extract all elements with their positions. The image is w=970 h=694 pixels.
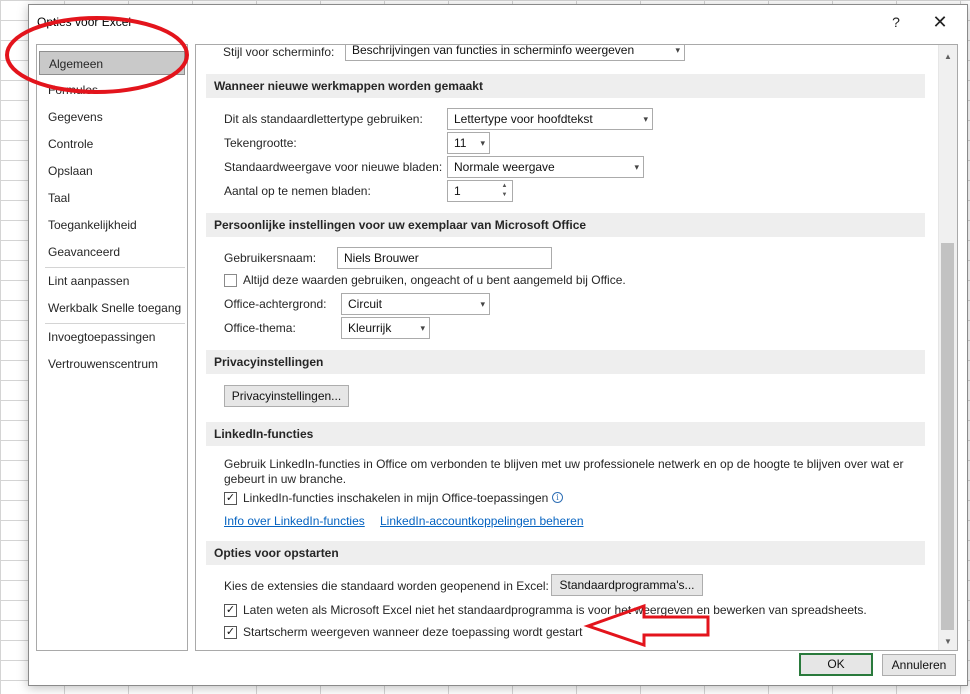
default-font-label: Dit als standaardlettertype gebruiken: xyxy=(224,112,423,126)
nav-item-opslaan[interactable]: Opslaan xyxy=(39,159,185,183)
nav-item-algemeen[interactable]: Algemeen xyxy=(39,51,185,75)
chevron-down-icon: ▾ xyxy=(420,323,425,333)
notify-default-program-checkbox[interactable]: ✓ xyxy=(224,604,237,617)
office-background-value: Circuit xyxy=(348,297,383,311)
screentip-dropdown[interactable]: Beschrijvingen van functies in scherminf… xyxy=(345,44,685,61)
font-size-value: 11 xyxy=(454,136,467,150)
scrollbar-thumb[interactable] xyxy=(941,243,954,630)
section-header-new-workbooks: Wanneer nieuwe werkmappen worden gemaakt xyxy=(206,74,925,98)
nav-item-invoegtoepassingen[interactable]: Invoegtoepassingen xyxy=(39,325,185,349)
nav-separator xyxy=(45,323,185,324)
linkedin-info-link[interactable]: Info over LinkedIn-functies xyxy=(224,514,365,528)
nav-item-gegevens[interactable]: Gegevens xyxy=(39,105,185,129)
office-theme-label: Office-thema: xyxy=(224,321,296,335)
nav-item-lint-aanpassen[interactable]: Lint aanpassen xyxy=(39,269,185,293)
font-size-label: Tekengrootte: xyxy=(224,136,297,150)
nav-item-formules[interactable]: Formules xyxy=(39,78,185,102)
office-theme-value: Kleurrijk xyxy=(348,321,392,335)
office-theme-dropdown[interactable]: Kleurrijk ▾ xyxy=(341,317,430,339)
options-scrollbar[interactable]: ▲ ▼ xyxy=(938,45,957,650)
linkedin-description: Gebruik LinkedIn-functies in Office om v… xyxy=(224,457,904,486)
info-icon[interactable]: i xyxy=(552,492,563,503)
linkedin-enable-label: LinkedIn-functies inschakelen in mijn Of… xyxy=(243,491,549,505)
notify-default-program-label: Laten weten als Microsoft Excel niet het… xyxy=(243,603,867,617)
nav-item-toegankelijkheid[interactable]: Toegankelijkheid xyxy=(39,213,185,237)
excel-options-dialog: Opties voor Excel ? ✕ Algemeen Formules … xyxy=(28,4,968,686)
linkedin-enable-checkbox[interactable]: ✓ xyxy=(224,492,237,505)
sheet-count-value: 1 xyxy=(454,184,461,198)
nav-item-controle[interactable]: Controle xyxy=(39,132,185,156)
options-panel: Stijl voor scherminfo: Beschrijvingen va… xyxy=(195,44,958,651)
chevron-down-icon: ▾ xyxy=(480,299,485,309)
privacy-settings-button[interactable]: Privacyinstellingen... xyxy=(224,385,349,407)
scroll-up-icon[interactable]: ▲ xyxy=(939,49,957,65)
nav-item-werkbalk-snelle-toegang[interactable]: Werkbalk Snelle toegang xyxy=(39,296,185,320)
nav-item-geavanceerd[interactable]: Geavanceerd xyxy=(39,240,185,264)
section-header-personal: Persoonlijke instellingen voor uw exempl… xyxy=(206,213,925,237)
close-button[interactable]: ✕ xyxy=(925,11,955,33)
chevron-down-icon: ▾ xyxy=(634,162,639,172)
chevron-down-icon: ▾ xyxy=(675,45,680,55)
office-background-dropdown[interactable]: Circuit ▾ xyxy=(341,293,490,315)
cancel-button[interactable]: Annuleren xyxy=(882,654,956,676)
category-nav: Algemeen Formules Gegevens Controle Opsl… xyxy=(36,44,188,651)
default-view-label: Standaardweergave voor nieuwe bladen: xyxy=(224,160,443,174)
section-header-privacy: Privacyinstellingen xyxy=(206,350,925,374)
nav-separator xyxy=(45,267,185,268)
office-background-label: Office-achtergrond: xyxy=(224,297,327,311)
always-use-checkbox[interactable] xyxy=(224,274,237,287)
sheet-count-label: Aantal op te nemen bladen: xyxy=(224,184,371,198)
nav-item-vertrouwenscentrum[interactable]: Vertrouwenscentrum xyxy=(39,352,185,376)
default-view-value: Normale weergave xyxy=(454,160,555,174)
screentip-label: Stijl voor scherminfo: xyxy=(223,45,335,59)
dialog-title: Opties voor Excel xyxy=(37,15,132,29)
title-bar: Opties voor Excel ? ✕ xyxy=(29,5,967,37)
section-header-startup: Opties voor opstarten xyxy=(206,541,925,565)
start-screen-checkbox[interactable]: ✓ xyxy=(224,626,237,639)
default-font-dropdown[interactable]: Lettertype voor hoofdtekst ▾ xyxy=(447,108,653,130)
ok-button[interactable]: OK xyxy=(799,653,873,676)
font-size-dropdown[interactable]: 11 ▾ xyxy=(447,132,490,154)
default-extensions-label: Kies de extensies die standaard worden g… xyxy=(224,579,549,593)
linkedin-accounts-link[interactable]: LinkedIn-accountkoppelingen beheren xyxy=(380,514,584,528)
always-use-label: Altijd deze waarden gebruiken, ongeacht … xyxy=(243,273,626,287)
help-button[interactable]: ? xyxy=(881,11,911,33)
section-header-linkedin: LinkedIn-functies xyxy=(206,422,925,446)
chevron-down-icon: ▾ xyxy=(643,114,648,124)
username-label: Gebruikersnaam: xyxy=(224,251,317,265)
spin-down-icon[interactable]: ▼ xyxy=(500,191,509,199)
username-input[interactable]: Niels Brouwer xyxy=(337,247,552,269)
username-value: Niels Brouwer xyxy=(344,251,419,265)
nav-item-taal[interactable]: Taal xyxy=(39,186,185,210)
chevron-down-icon: ▾ xyxy=(480,138,485,148)
default-font-value: Lettertype voor hoofdtekst xyxy=(454,112,593,126)
default-view-dropdown[interactable]: Normale weergave ▾ xyxy=(447,156,644,178)
sheet-count-stepper[interactable]: 1 ▲ ▼ xyxy=(447,180,513,202)
spin-up-icon[interactable]: ▲ xyxy=(500,182,509,190)
scroll-down-icon[interactable]: ▼ xyxy=(939,634,957,650)
default-programs-button[interactable]: Standaardprogramma's... xyxy=(551,574,703,596)
start-screen-label: Startscherm weergeven wanneer deze toepa… xyxy=(243,625,583,639)
screentip-value: Beschrijvingen van functies in scherminf… xyxy=(352,44,635,57)
